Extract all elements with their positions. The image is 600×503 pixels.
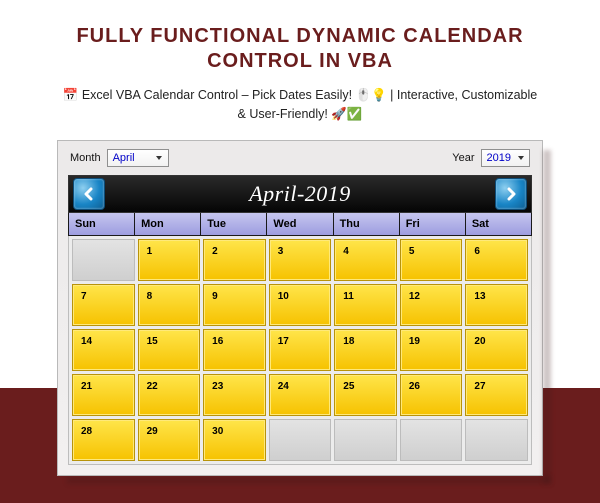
calendar-header: April-2019: [68, 175, 532, 213]
day-number: 18: [343, 336, 354, 347]
day-cell[interactable]: 12: [400, 284, 463, 326]
day-cell[interactable]: 18: [334, 329, 397, 371]
day-number: 22: [147, 381, 158, 392]
day-number: 19: [409, 336, 420, 347]
day-cell[interactable]: 17: [269, 329, 332, 371]
day-cell[interactable]: 8: [138, 284, 201, 326]
day-number: 14: [81, 336, 92, 347]
day-number: 15: [147, 336, 158, 347]
day-cell[interactable]: 27: [465, 374, 528, 416]
day-number: 13: [474, 291, 485, 302]
day-cell[interactable]: 11: [334, 284, 397, 326]
day-number: 4: [343, 246, 349, 257]
day-cell[interactable]: 25: [334, 374, 397, 416]
calendar-panel: Month April Year 2019 April-2: [57, 140, 543, 476]
day-number: 23: [212, 381, 223, 392]
day-cell[interactable]: 30: [203, 419, 266, 461]
day-cell[interactable]: 6: [465, 239, 528, 281]
control-bar: Month April Year 2019: [68, 147, 532, 175]
day-of-week-header: Sun: [69, 213, 134, 235]
day-number: 12: [409, 291, 420, 302]
day-cell-empty: [465, 419, 528, 461]
day-number: 5: [409, 246, 415, 257]
day-cell[interactable]: 13: [465, 284, 528, 326]
year-label: Year: [452, 152, 474, 164]
day-cell[interactable]: 19: [400, 329, 463, 371]
day-cell[interactable]: 20: [465, 329, 528, 371]
day-cell-empty: [334, 419, 397, 461]
chevron-right-icon: [504, 187, 518, 201]
day-number: 7: [81, 291, 87, 302]
day-number: 26: [409, 381, 420, 392]
day-number: 11: [343, 291, 354, 302]
chevron-down-icon: [514, 152, 527, 164]
day-of-week-header: Mon: [135, 213, 200, 235]
day-number: 16: [212, 336, 223, 347]
chevron-left-icon: [82, 187, 96, 201]
day-cell[interactable]: 29: [138, 419, 201, 461]
month-label: Month: [70, 152, 101, 164]
chevron-down-icon: [153, 152, 166, 164]
day-of-week-header: Wed: [267, 213, 332, 235]
day-cell-empty: [72, 239, 135, 281]
day-cell[interactable]: 23: [203, 374, 266, 416]
day-cell[interactable]: 5: [400, 239, 463, 281]
day-number: 17: [278, 336, 289, 347]
day-number: 25: [343, 381, 354, 392]
month-dropdown-value: April: [113, 152, 135, 164]
day-number: 21: [81, 381, 92, 392]
day-number: 8: [147, 291, 153, 302]
day-of-week-header: Thu: [334, 213, 399, 235]
day-number: 28: [81, 426, 92, 437]
page-subtitle: 📅 Excel VBA Calendar Control – Pick Date…: [0, 76, 600, 140]
day-of-week-header: Tue: [201, 213, 266, 235]
day-number: 1: [147, 246, 153, 257]
day-cell[interactable]: 26: [400, 374, 463, 416]
day-cell[interactable]: 1: [138, 239, 201, 281]
day-number: 27: [474, 381, 485, 392]
year-dropdown-value: 2019: [487, 152, 511, 164]
day-of-week-row: SunMonTueWedThuFriSat: [68, 213, 532, 236]
day-cell[interactable]: 4: [334, 239, 397, 281]
day-number: 10: [278, 291, 289, 302]
day-number: 2: [212, 246, 218, 257]
day-number: 20: [474, 336, 485, 347]
day-cell[interactable]: 21: [72, 374, 135, 416]
calendar-header-title: April-2019: [249, 181, 351, 207]
day-number: 9: [212, 291, 218, 302]
day-cell[interactable]: 9: [203, 284, 266, 326]
day-cell[interactable]: 15: [138, 329, 201, 371]
day-cell[interactable]: 10: [269, 284, 332, 326]
day-cell[interactable]: 14: [72, 329, 135, 371]
day-of-week-header: Fri: [400, 213, 465, 235]
day-number: 24: [278, 381, 289, 392]
day-number: 6: [474, 246, 480, 257]
day-grid: 1234567891011121314151617181920212223242…: [68, 236, 532, 465]
day-cell[interactable]: 2: [203, 239, 266, 281]
day-cell-empty: [269, 419, 332, 461]
day-number: 29: [147, 426, 158, 437]
day-cell[interactable]: 22: [138, 374, 201, 416]
month-dropdown[interactable]: April: [107, 149, 169, 167]
next-month-button[interactable]: [495, 178, 527, 210]
day-cell[interactable]: 28: [72, 419, 135, 461]
day-cell[interactable]: 16: [203, 329, 266, 371]
day-of-week-header: Sat: [466, 213, 531, 235]
year-dropdown[interactable]: 2019: [481, 149, 530, 167]
day-number: 30: [212, 426, 223, 437]
day-cell[interactable]: 24: [269, 374, 332, 416]
page-title: FULLY FUNCTIONAL DYNAMIC CALENDAR CONTRO…: [0, 0, 600, 76]
day-number: 3: [278, 246, 284, 257]
day-cell[interactable]: 3: [269, 239, 332, 281]
prev-month-button[interactable]: [73, 178, 105, 210]
day-cell[interactable]: 7: [72, 284, 135, 326]
day-cell-empty: [400, 419, 463, 461]
